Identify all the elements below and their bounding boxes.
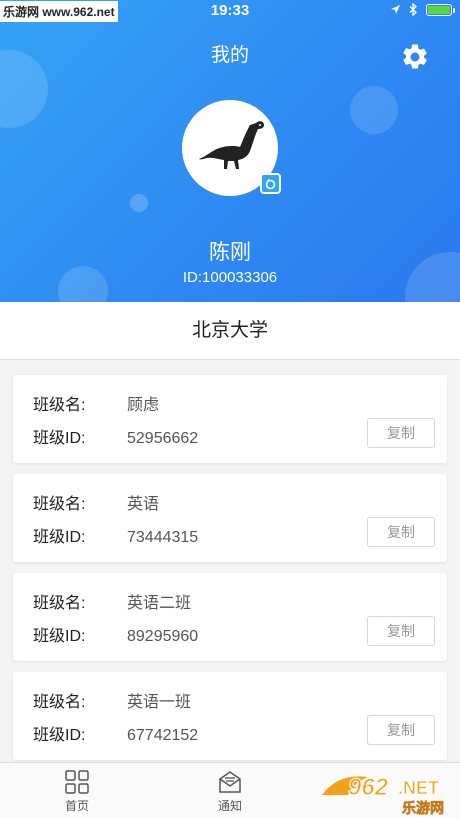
- class-id-value: 89295960: [127, 628, 199, 645]
- avatar-edit-icon[interactable]: [260, 173, 281, 194]
- profile-header: 乐游网 www.962.net 19:33 我的 陈刚 ID:100033306: [0, 0, 460, 302]
- page-title: 我的: [210, 45, 249, 66]
- class-id-label: 班级ID:: [33, 430, 86, 447]
- school-name: 北京大学: [0, 302, 460, 360]
- copy-button[interactable]: 复制: [367, 616, 435, 646]
- class-name-row: 班级名: 顾虑: [33, 391, 159, 415]
- decor-bubble: [130, 194, 148, 212]
- class-id-row: 班级ID: 52956662: [33, 424, 198, 448]
- bluetooth-icon: [409, 3, 417, 16]
- class-id-value: 67742152: [127, 727, 199, 744]
- tab-notifications[interactable]: 通知: [200, 769, 260, 814]
- class-id-label: 班级ID:: [33, 628, 86, 645]
- class-card: 班级名: 英语二班 班级ID: 89295960 复制: [13, 573, 447, 661]
- class-name-row: 班级名: 英语一班: [33, 688, 191, 712]
- class-id-value: 73444315: [127, 529, 199, 546]
- class-name-label: 班级名:: [33, 496, 86, 513]
- grid-icon: [65, 770, 89, 794]
- copy-button[interactable]: 复制: [367, 715, 435, 745]
- location-arrow-icon: [391, 5, 400, 14]
- user-id: ID:100033306: [182, 269, 278, 286]
- class-name-label: 班级名:: [33, 694, 86, 711]
- decor-bubble: [350, 86, 398, 134]
- class-name-value: 顾虑: [127, 397, 160, 414]
- class-name-row: 班级名: 英语二班: [33, 589, 191, 613]
- class-name-label: 班级名:: [33, 595, 86, 612]
- status-icons: [390, 3, 455, 16]
- watermark-logo-suffix: .NET: [398, 778, 439, 798]
- class-name-row: 班级名: 英语: [33, 490, 159, 514]
- class-id-label: 班级ID:: [33, 727, 86, 744]
- class-id-row: 班级ID: 89295960: [33, 622, 198, 646]
- watermark-logo: 962 .NET 乐游网: [322, 774, 444, 817]
- class-name-label: 班级名:: [33, 397, 86, 414]
- class-name-value: 英语二班: [127, 595, 192, 612]
- copy-button[interactable]: 复制: [367, 517, 435, 547]
- watermark-logo-number: 962: [348, 774, 389, 801]
- class-id-label: 班级ID:: [33, 529, 86, 546]
- tab-home-label: 首页: [64, 799, 89, 813]
- class-id-value: 52956662: [127, 430, 199, 447]
- class-card: 班级名: 顾虑 班级ID: 52956662 复制: [13, 375, 447, 463]
- envelope-icon: [219, 771, 241, 793]
- class-id-row: 班级ID: 73444315: [33, 523, 198, 547]
- battery-icon: [426, 3, 455, 16]
- username: 陈刚: [209, 241, 251, 264]
- tab-home[interactable]: 首页: [47, 769, 107, 814]
- copy-button[interactable]: 复制: [367, 418, 435, 448]
- class-card: 班级名: 英语一班 班级ID: 67742152 复制: [13, 672, 447, 760]
- class-name-value: 英语一班: [127, 694, 192, 711]
- class-card: 班级名: 英语 班级ID: 73444315 复制: [13, 474, 447, 562]
- class-name-value: 英语: [127, 496, 160, 513]
- watermark-caption: 乐游网: [402, 800, 444, 817]
- status-bar: 乐游网 www.962.net 19:33: [0, 0, 460, 22]
- class-id-row: 班级ID: 67742152: [33, 721, 198, 745]
- gear-icon[interactable]: [400, 42, 430, 72]
- tab-notifications-label: 通知: [217, 799, 242, 813]
